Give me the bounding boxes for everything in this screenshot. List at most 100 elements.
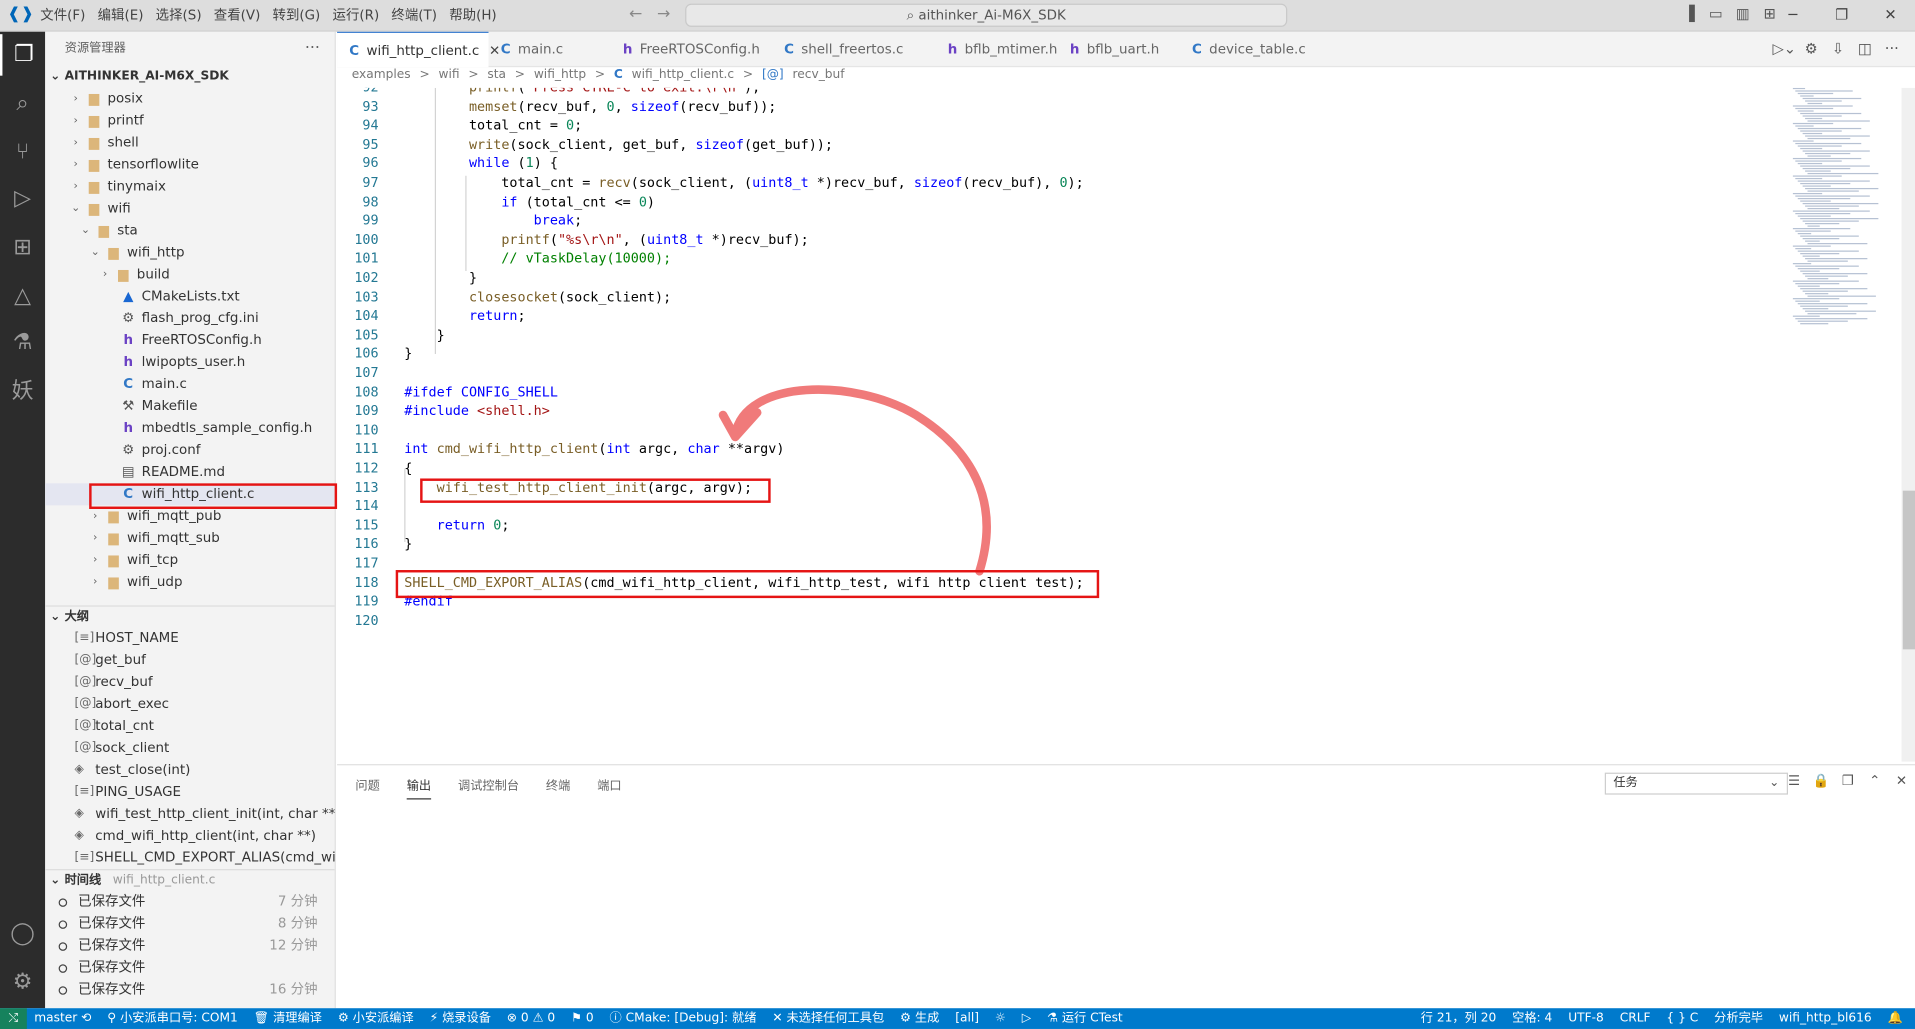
outline-item[interactable]: [≡] PING_USAGE — [45, 781, 334, 803]
output-channel-select[interactable]: 任务 ⌄ — [1604, 772, 1788, 795]
close-panel-icon[interactable]: ✕ — [1888, 773, 1915, 789]
status-item[interactable]: wifi_http_bl616 — [1779, 1008, 1872, 1029]
menu-go[interactable]: 转到(G) — [266, 0, 326, 32]
clear-output-icon[interactable]: ☰ — [1781, 773, 1808, 789]
panel-tab-debug-console[interactable]: 调试控制台 — [458, 775, 519, 799]
status-item[interactable]: 🗑 清理编译 — [254, 1008, 322, 1029]
outline-item[interactable]: [≡] HOST_NAME — [45, 627, 334, 649]
tree-item[interactable]: › ▆ printf — [45, 110, 334, 132]
timeline-header[interactable]: ⌄ 时间线 wifi_http_client.c — [45, 869, 335, 891]
lock-scroll-icon[interactable]: 🔒 — [1808, 773, 1835, 789]
tree-item[interactable]: ⚙ proj.conf — [45, 439, 334, 461]
timeline-item[interactable]: 已保存文件 7 分钟 — [45, 891, 334, 913]
breadcrumb-sta[interactable]: sta — [487, 68, 506, 81]
close-window-icon[interactable]: ✕ — [1866, 0, 1915, 32]
breadcrumb-symbol[interactable]: recv_buf — [792, 68, 844, 81]
tree-item[interactable]: ⌄ ▆ sta — [45, 220, 334, 242]
outline-item[interactable]: [≡]SHELL_CMD_EXPORT_ALIAS(cmd_wifi_ht... — [45, 847, 334, 869]
status-item[interactable]: ▷ — [1022, 1008, 1031, 1029]
extensions-icon[interactable]: ⊞ — [0, 227, 45, 269]
timeline-item[interactable]: 已保存文件 12 分钟 — [45, 935, 334, 957]
outline-item[interactable]: [@] abort_exec — [45, 693, 334, 715]
tree-item[interactable]: h mbedtls_sample_config.h — [45, 417, 334, 439]
menu-terminal[interactable]: 终端(T) — [385, 0, 443, 32]
tree-item[interactable]: ⚙ flash_prog_cfg.ini — [45, 308, 334, 330]
status-item[interactable]: [all] — [955, 1008, 979, 1029]
outline-item[interactable]: [@] recv_buf — [45, 671, 334, 693]
status-item[interactable]: ☼ — [995, 1008, 1006, 1029]
tree-item[interactable]: › ▆ shell — [45, 132, 334, 154]
status-item[interactable]: ⚲ 小安派串口号: COM1 — [107, 1008, 238, 1029]
panel-tab-output[interactable]: 输出 — [406, 775, 432, 800]
breadcrumb-examples[interactable]: examples — [352, 68, 411, 81]
outline-item[interactable]: ◈ cmd_wifi_http_client(int, char **) — [45, 825, 334, 847]
explorer-icon[interactable]: ❐ — [0, 34, 45, 76]
menu-selection[interactable]: 选择(S) — [150, 0, 208, 32]
tree-item[interactable]: › ▆ tinymaix — [45, 176, 334, 198]
status-item[interactable]: { } C — [1666, 1008, 1698, 1029]
status-item[interactable]: CRLF — [1620, 1008, 1651, 1029]
aithinker-icon[interactable]: 妖 — [0, 371, 45, 413]
breadcrumb-wifi[interactable]: wifi — [438, 68, 459, 81]
maximize-panel-icon[interactable]: ⌃ — [1861, 773, 1888, 789]
tree-item[interactable]: ⌄ ▆ wifi_http — [45, 242, 334, 264]
tab-bflb-uart-h[interactable]: h bflb_uart.h — [1058, 32, 1180, 67]
outline-item[interactable]: [@] total_cnt — [45, 715, 334, 737]
breadcrumb-file[interactable]: wifi_http_client.c — [632, 68, 735, 81]
timeline-item[interactable]: 已保存文件 — [45, 957, 334, 979]
outline-item[interactable]: [@] sock_client — [45, 737, 334, 759]
menu-file[interactable]: 文件(F) — [34, 0, 91, 32]
outline-header[interactable]: ⌄ 大纲 — [45, 605, 335, 627]
tree-item[interactable]: › ▆ wifi_mqtt_sub — [45, 527, 334, 549]
status-item[interactable]: ⚙ 生成 — [900, 1008, 939, 1029]
status-item[interactable]: ⚗ 运行 CTest — [1047, 1008, 1123, 1029]
tab-bflb-mtimer-h[interactable]: h bflb_mtimer.h — [936, 32, 1058, 67]
status-item[interactable]: 空格: 4 — [1512, 1008, 1552, 1029]
tree-item[interactable]: › ▆ wifi_tcp — [45, 549, 334, 571]
status-item[interactable]: ⓘ CMake: [Debug]: 就绪 — [610, 1008, 757, 1029]
toggle-secondary-sidebar-icon[interactable]: ▥ — [1729, 5, 1756, 22]
tree-item[interactable]: › ▆ posix — [45, 88, 334, 110]
status-item[interactable]: ⚑ 0 — [571, 1008, 594, 1029]
scrollbar-thumb[interactable] — [1902, 490, 1915, 650]
accounts-icon[interactable]: ◯ — [0, 913, 45, 955]
tree-item[interactable]: h lwipopts_user.h — [45, 352, 334, 374]
panel-tab-problems[interactable]: 问题 — [355, 775, 379, 799]
menu-run[interactable]: 运行(R) — [326, 0, 385, 32]
split-editor-icon[interactable]: ◫ — [1851, 40, 1878, 57]
code-editor[interactable]: 92 printf("Press CTRL-C to exit.\r\n");9… — [337, 87, 1915, 762]
more-editor-actions-icon[interactable]: ··· — [1878, 40, 1905, 57]
editor-scrollbar[interactable] — [1901, 87, 1915, 762]
tree-item[interactable]: › ▆ wifi_udp — [45, 571, 334, 593]
outline-item[interactable]: ◈ wifi_test_http_client_init(int, char **… — [45, 803, 334, 825]
tree-item[interactable]: › ▆ tensorflowlite — [45, 154, 334, 176]
toggle-sidebar-icon[interactable]: ▐ — [1676, 5, 1703, 22]
more-actions-icon[interactable]: ··· — [305, 32, 320, 66]
panel-tab-ports[interactable]: 端口 — [597, 775, 621, 799]
tab-wifi-http-client-c[interactable]: Cwifi_http_client.c ✕ — [337, 31, 500, 68]
outline-item[interactable]: [@] get_buf — [45, 649, 334, 671]
timeline-item[interactable]: 已保存文件 8 分钟 — [45, 913, 334, 935]
status-item[interactable]: ⚙ 小安派编译 — [338, 1008, 414, 1029]
status-item[interactable]: 行 21，列 20 — [1421, 1008, 1496, 1029]
run-debug-icon[interactable]: ▷ — [0, 178, 45, 220]
back-arrow-icon[interactable]: ← — [629, 5, 642, 23]
status-item[interactable]: master ⟲ — [34, 1008, 91, 1029]
status-item[interactable]: ⚡ 烧录设备 — [430, 1008, 491, 1029]
outline-item[interactable]: ◈ test_close(int) — [45, 759, 334, 781]
tree-item[interactable]: › ▆ build — [45, 264, 334, 286]
copy-icon[interactable]: ❐ — [1834, 773, 1861, 789]
tree-item[interactable]: ⌄ ▆ wifi — [45, 198, 334, 220]
tree-item[interactable]: Cmain.c — [45, 374, 334, 396]
tree-item[interactable]: ⚒ Makefile — [45, 395, 334, 417]
command-center-search[interactable]: ⌕ aithinker_Ai-M6X_SDK — [685, 3, 1288, 27]
menu-help[interactable]: 帮助(H) — [443, 0, 503, 32]
minimap[interactable] — [1789, 87, 1899, 332]
breadcrumb-wifi-http[interactable]: wifi_http — [534, 68, 586, 81]
compare-icon[interactable]: ⇩ — [1825, 40, 1852, 57]
tab-device-table-c[interactable]: Cdevice_table.c — [1180, 32, 1314, 67]
forward-arrow-icon[interactable]: → — [657, 5, 670, 23]
timeline-item[interactable]: 已保存文件 16 分钟 — [45, 979, 334, 1001]
source-control-icon[interactable]: ⑂ — [0, 132, 45, 174]
minimize-icon[interactable]: ─ — [1768, 0, 1817, 32]
